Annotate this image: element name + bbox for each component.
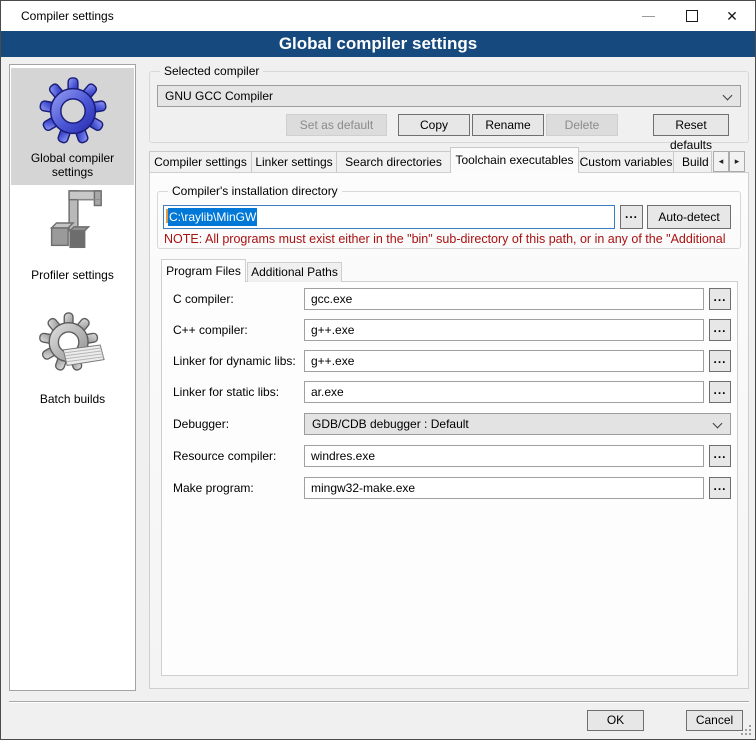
tab-build-options[interactable]: Build options [673,151,712,173]
installation-directory-input[interactable]: C:\raylib\MinGW [163,205,615,229]
subtab-program-files[interactable]: Program Files [161,259,246,282]
resize-grip[interactable] [749,733,751,735]
minimize-button[interactable] [631,1,665,31]
chevron-down-icon [713,419,723,429]
make-program-input[interactable]: mingw32-make.exe [304,477,704,499]
field-label: C compiler: [173,292,234,306]
field-label: Debugger: [173,417,229,431]
delete-button[interactable]: Delete [546,114,618,136]
c-compiler-input[interactable]: gcc.exe [304,288,704,310]
field-label: C++ compiler: [173,323,248,337]
tab-toolchain-executables[interactable]: Toolchain executables [450,147,579,173]
tab-scroll-left-button[interactable]: ◂ [713,151,729,172]
browse-button[interactable]: ... [709,319,731,341]
maximize-button[interactable] [675,1,709,31]
browse-button[interactable]: ... [709,288,731,310]
rename-button[interactable]: Rename [472,114,544,136]
reset-defaults-button[interactable]: Reset defaults [653,114,729,136]
footer-separator-highlight [9,702,749,703]
field-label: Resource compiler: [173,449,276,463]
compiler-select[interactable]: GNU GCC Compiler [157,85,741,107]
compiler-select-value: GNU GCC Compiler [165,89,273,103]
right-arrow-icon: ▸ [735,156,740,166]
tab-scroll-right-button[interactable]: ▸ [729,151,745,172]
dialog-header: Global compiler settings [1,31,755,57]
tab-compiler-settings[interactable]: Compiler settings [149,151,252,173]
maximize-icon [686,10,698,22]
minimize-icon [642,16,655,17]
caliper-icon [11,187,134,262]
close-button[interactable]: ✕ [715,1,749,31]
sidebar-item-global-compiler-settings[interactable]: Global compiler settings [11,68,134,185]
static-linker-input[interactable]: ar.exe [304,381,704,403]
resource-compiler-input[interactable]: windres.exe [304,445,704,467]
auto-detect-button[interactable]: Auto-detect [647,205,731,229]
cancel-button[interactable]: Cancel [686,710,743,731]
browse-button[interactable]: ... [709,350,731,372]
subtab-additional-paths[interactable]: Additional Paths [247,262,342,282]
tab-linker-settings[interactable]: Linker settings [251,151,337,173]
compiler-settings-dialog: Compiler settings ✕ Global compiler sett… [0,0,756,740]
left-arrow-icon: ◂ [719,156,724,166]
browse-button[interactable]: ... [709,381,731,403]
dynamic-linker-input[interactable]: g++.exe [304,350,704,372]
set-as-default-button[interactable]: Set as default [286,114,387,136]
window-title: Compiler settings [21,9,114,23]
copy-button[interactable]: Copy [398,114,470,136]
chevron-down-icon [723,91,733,101]
note-text: NOTE: All programs must exist either in … [164,232,739,246]
sidebar-item-label: Global compiler settings [25,151,121,179]
field-label: Make program: [173,481,254,495]
sidebar: Global compiler settings [9,64,136,691]
tab-custom-variables[interactable]: Custom variables [578,151,674,173]
installation-directory-group-label: Compiler's installation directory [168,184,342,198]
browse-button[interactable]: ... [709,445,731,467]
sidebar-item-profiler-settings[interactable]: Profiler settings [11,187,134,282]
field-label: Linker for dynamic libs: [173,354,296,368]
selected-compiler-group-label: Selected compiler [160,64,263,78]
browse-button[interactable]: ... [709,477,731,499]
debugger-select[interactable]: GDB/CDB debugger : Default [304,413,731,435]
browse-directory-button[interactable]: ... [620,205,643,229]
field-label: Linker for static libs: [173,385,279,399]
sidebar-item-label: Profiler settings [11,268,134,282]
sidebar-item-batch-builds[interactable]: Batch builds [11,311,134,406]
ok-button[interactable]: OK [587,710,644,731]
tab-search-directories[interactable]: Search directories [336,151,451,173]
debugger-select-value: GDB/CDB debugger : Default [312,417,469,431]
sidebar-item-label: Batch builds [11,392,134,406]
cpp-compiler-input[interactable]: g++.exe [304,319,704,341]
title-bar[interactable]: Compiler settings ✕ [1,1,755,31]
gear-icon [11,76,134,149]
gear-stack-icon [11,311,134,386]
selected-path-text: C:\raylib\MinGW [168,208,257,226]
close-icon: ✕ [726,9,738,23]
